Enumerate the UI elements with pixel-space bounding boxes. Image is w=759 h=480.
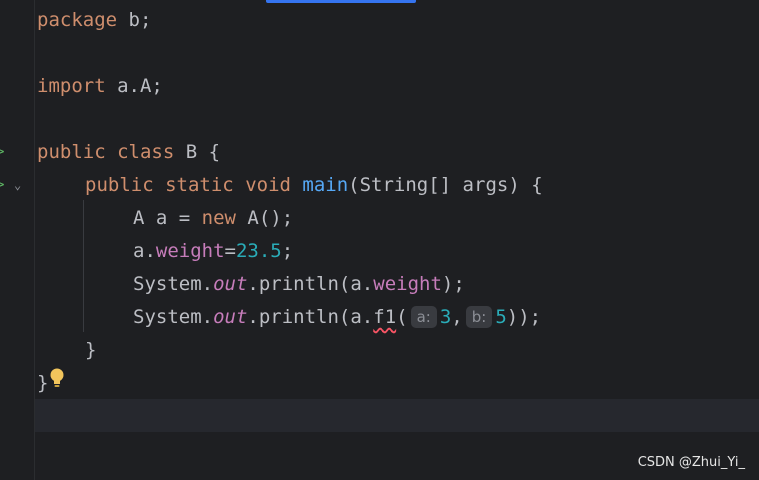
code-text: b; xyxy=(117,9,152,31)
keyword: new xyxy=(201,207,236,229)
code-text: ( xyxy=(396,306,408,328)
code-line-5: public class B { xyxy=(37,136,220,169)
code-text: .println(a. xyxy=(247,273,374,295)
run-main-icon[interactable]: > xyxy=(0,177,8,193)
keyword: package xyxy=(37,9,118,31)
watermark: CSDN @Zhui_Yi_ xyxy=(637,455,745,470)
code-text: ); xyxy=(441,273,465,295)
parameter-hint-b: b: xyxy=(465,305,493,328)
code-text: a.A; xyxy=(105,75,163,97)
code-text: A(); xyxy=(235,207,294,229)
code-line-12: } xyxy=(37,367,48,400)
code-line-1: package b; xyxy=(37,4,151,37)
code-text: System. xyxy=(133,306,214,328)
fold-chevron-icon[interactable]: ⌄ xyxy=(14,177,26,193)
code-line-9: System.out.println(a.weight); xyxy=(133,268,465,301)
code-line-8: a.weight=23.5; xyxy=(133,235,293,268)
run-class-icon[interactable]: > xyxy=(0,144,8,160)
keyword: void xyxy=(245,174,291,196)
error-method-call[interactable]: f1 xyxy=(373,306,396,328)
keyword: public xyxy=(37,141,106,163)
code-text: = xyxy=(224,240,236,262)
static-field: out xyxy=(213,273,248,295)
lightbulb-icon[interactable] xyxy=(49,367,65,389)
keyword: static xyxy=(165,174,234,196)
editor-gutter[interactable]: > > ⌄ xyxy=(0,0,35,480)
code-text: System. xyxy=(133,273,214,295)
code-text: .println(a. xyxy=(247,306,374,328)
active-tab-indicator xyxy=(266,0,416,3)
code-line-7: A a = new A(); xyxy=(133,202,293,235)
indent-guide xyxy=(83,200,84,332)
number-literal: 3 xyxy=(439,306,452,328)
field-name: weight xyxy=(155,240,225,262)
code-line-3: import a.A; xyxy=(37,70,163,103)
code-line-10: System.out.println(a.f1(a: 3, b: 5)); xyxy=(133,301,541,334)
parameter-hint-a: a: xyxy=(410,305,437,328)
method-name: main xyxy=(302,174,349,196)
keyword: class xyxy=(117,141,175,163)
code-text: a. xyxy=(133,240,156,262)
field-name: weight xyxy=(373,273,442,295)
code-editor[interactable]: > > ⌄ package b; import a.A; public clas… xyxy=(0,0,759,480)
number-literal: 5 xyxy=(495,306,507,328)
closing-brace: } xyxy=(85,339,97,361)
current-line-highlight xyxy=(0,399,759,432)
number-literal: 23.5 xyxy=(235,240,282,262)
class-name: B { xyxy=(174,141,221,163)
code-text: , xyxy=(451,306,463,328)
keyword: import xyxy=(37,75,106,97)
code-text: ; xyxy=(281,240,294,262)
code-text: A a = xyxy=(133,207,202,229)
code-text: )); xyxy=(506,306,542,328)
keyword: public xyxy=(85,174,154,196)
code-text: (String[] args) { xyxy=(348,174,543,196)
closing-brace: } xyxy=(37,372,49,394)
code-line-11: } xyxy=(85,334,96,367)
static-field: out xyxy=(213,306,248,328)
code-line-6: public static void main(String[] args) { xyxy=(85,169,543,202)
